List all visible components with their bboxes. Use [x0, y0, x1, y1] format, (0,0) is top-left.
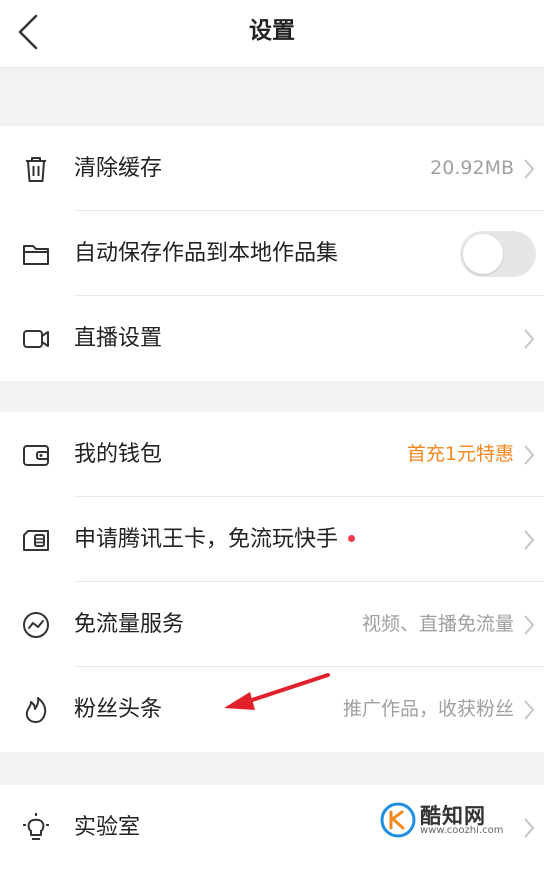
red-dot-badge	[348, 534, 356, 542]
live-settings-row[interactable]: 直播设置	[0, 296, 544, 381]
annotation-arrow	[224, 673, 330, 710]
clear-cache-row[interactable]: 清除缓存 20.92MB	[0, 126, 544, 211]
wallet-icon	[23, 444, 49, 466]
top-bar: 设置	[0, 0, 544, 68]
video-camera-icon	[23, 329, 49, 348]
page-title: 设置	[249, 18, 295, 44]
wallet-label: 我的钱包	[74, 442, 163, 467]
watermark-logo-icon	[380, 802, 416, 838]
auto-save-toggle[interactable]	[460, 230, 536, 277]
toggle-knob	[463, 233, 503, 274]
auto-save-label: 自动保存作品到本地作品集	[74, 241, 339, 266]
tencent-card-row[interactable]: 申请腾讯王卡，免流玩快手	[0, 497, 544, 582]
wallet-row[interactable]: 我的钱包 首充1元特惠	[0, 412, 544, 497]
free-data-value: 视频、直播免流量	[361, 613, 514, 635]
fan-headline-label: 粉丝头条	[74, 697, 163, 722]
sim-card-icon	[23, 529, 49, 551]
cache-size-value: 20.92MB	[430, 157, 514, 179]
settings-group-storage: 清除缓存 20.92MB 自动保存作品到本地作品集 直播设置	[0, 126, 544, 381]
folder-icon	[23, 244, 49, 265]
lab-label: 实验室	[74, 815, 141, 840]
watermark: 酷知网 www.coozhi.com	[380, 800, 520, 840]
auto-save-row: 自动保存作品到本地作品集	[0, 211, 544, 296]
lightbulb-icon	[23, 812, 49, 840]
fan-headline-value: 推广作品，收获粉丝	[342, 698, 514, 720]
flame-icon	[25, 696, 47, 723]
free-data-row[interactable]: 免流量服务 视频、直播免流量	[0, 582, 544, 667]
free-data-label: 免流量服务	[74, 612, 185, 637]
chevron-right-icon	[524, 614, 535, 635]
clear-cache-label: 清除缓存	[74, 156, 163, 181]
chevron-right-icon	[524, 444, 535, 465]
trash-icon	[26, 156, 46, 182]
trend-icon	[23, 611, 49, 638]
chevron-right-icon	[524, 817, 535, 838]
chevron-right-icon	[524, 529, 535, 550]
tencent-card-label: 申请腾讯王卡，免流玩快手	[74, 497, 356, 582]
chevron-right-icon	[524, 328, 535, 349]
chevron-right-icon	[524, 158, 535, 179]
tencent-card-text: 申请腾讯王卡，免流玩快手	[74, 527, 339, 552]
live-settings-label: 直播设置	[74, 326, 163, 351]
watermark-url: www.coozhi.com	[420, 825, 504, 836]
wallet-promo-value: 首充1元特惠	[406, 443, 514, 465]
chevron-right-icon	[524, 699, 535, 720]
